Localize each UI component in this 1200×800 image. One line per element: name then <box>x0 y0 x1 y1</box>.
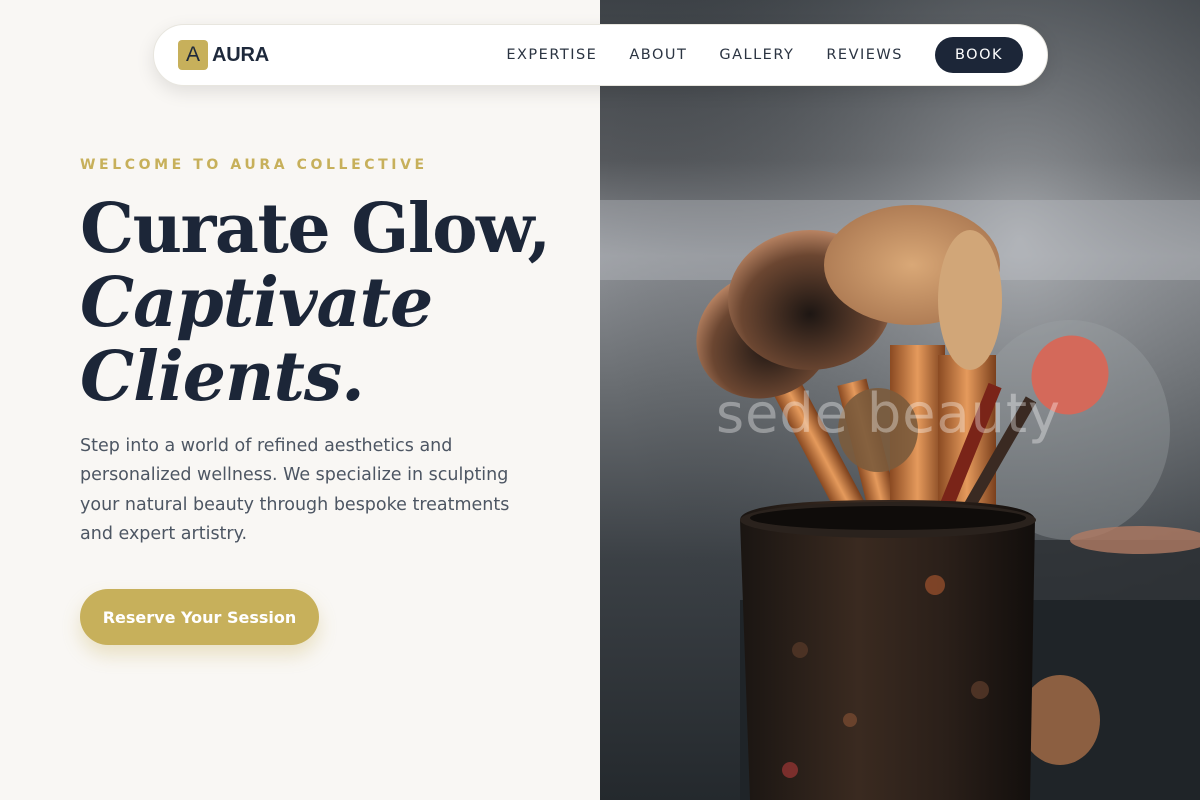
top-navigation: A AURA EXPERTISE ABOUT GALLERY REVIEWS B… <box>153 24 1048 86</box>
hero-description: Step into a world of refined aesthetics … <box>80 436 510 544</box>
logo-link[interactable]: A AURA <box>178 40 269 70</box>
headline-line-3: Clients. <box>80 337 365 417</box>
book-button[interactable]: BOOK <box>934 37 1023 73</box>
nav-link-about[interactable]: ABOUT <box>629 47 687 63</box>
hero-headline: Curate Glow, Captivate Clients. <box>80 189 551 417</box>
hero-image: sede beauty <box>600 0 1200 800</box>
hero-eyebrow: WELCOME TO AURA COLLECTIVE <box>80 157 428 173</box>
headline-line-1: Curate Glow, <box>80 189 551 269</box>
logo-text: AURA <box>212 43 269 66</box>
nav-link-expertise[interactable]: EXPERTISE <box>506 47 597 63</box>
photo-watermark: sede beauty <box>716 382 1061 445</box>
logo-mark: A <box>178 40 208 70</box>
nav-links: EXPERTISE ABOUT GALLERY REVIEWS BOOK <box>506 37 1023 73</box>
reserve-session-button[interactable]: Reserve Your Session <box>80 589 319 645</box>
headline-line-2: Captivate <box>80 263 433 343</box>
nav-link-gallery[interactable]: GALLERY <box>719 47 794 63</box>
nav-link-reviews[interactable]: REVIEWS <box>826 47 903 63</box>
